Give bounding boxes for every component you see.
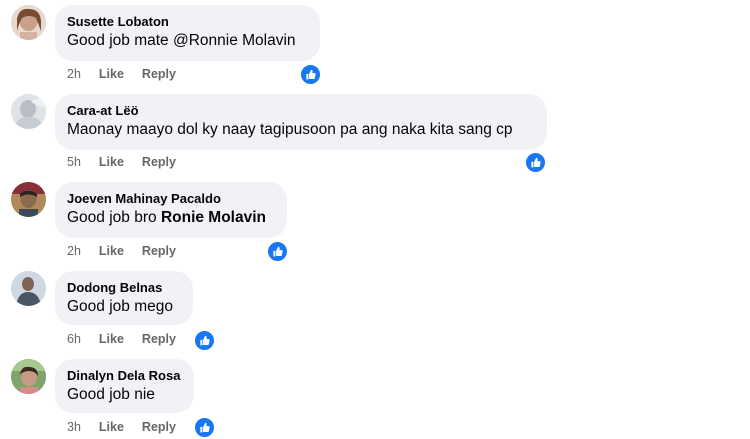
comment-author[interactable]: Cara-at Lëö (67, 102, 535, 119)
like-button[interactable]: Like (99, 332, 124, 346)
thumbs-up-icon (306, 69, 316, 80)
comment-author[interactable]: Susette Lobaton (67, 13, 308, 30)
like-button[interactable]: Like (99, 67, 124, 81)
comment-bubble: Susette Lobaton Good job mate @Ronnie Mo… (55, 5, 320, 61)
comment-author[interactable]: Dinalyn Dela Rosa (67, 367, 182, 384)
reaction-badge[interactable] (193, 416, 216, 439)
comment-timestamp[interactable]: 2h (67, 244, 81, 258)
reaction-badge[interactable] (193, 329, 216, 352)
comment-bubble: Joeven Mahinay Pacaldo Good job bro Roni… (55, 182, 287, 238)
reaction-badge[interactable] (299, 63, 322, 86)
comment-actions: 3h Like Reply (67, 420, 194, 434)
reply-button[interactable]: Reply (142, 155, 176, 169)
comment-text: Maonay maayo dol ky naay tagipusoon pa a… (67, 119, 535, 141)
comment-text-body: Good job mego (67, 298, 173, 315)
comment-text: Good job mate @Ronnie Molavin (67, 30, 308, 52)
comment-bubble: Dinalyn Dela Rosa Good job nie (55, 359, 194, 413)
comment-timestamp[interactable]: 5h (67, 155, 81, 169)
comment-text: Good job bro Ronie Molavin (67, 207, 275, 229)
mention-link[interactable]: @Ronnie Molavin (173, 32, 296, 49)
reply-button[interactable]: Reply (142, 67, 176, 81)
reply-button[interactable]: Reply (142, 332, 176, 346)
comment-bubble: Cara-at Lëö Maonay maayo dol ky naay tag… (55, 94, 547, 150)
comment-actions: 5h Like Reply (67, 155, 194, 169)
comment-timestamp[interactable]: 2h (67, 67, 81, 81)
comment-text-body: Good job bro (67, 209, 161, 226)
avatar[interactable] (11, 359, 46, 394)
comment-author[interactable]: Joeven Mahinay Pacaldo (67, 190, 275, 207)
comment-bubble: Dodong Belnas Good job mego (55, 271, 193, 325)
reply-button[interactable]: Reply (142, 420, 176, 434)
comment-actions: 6h Like Reply (67, 332, 194, 346)
avatar[interactable] (11, 94, 46, 129)
like-button[interactable]: Like (99, 244, 124, 258)
comment-timestamp[interactable]: 3h (67, 420, 81, 434)
thumbs-up-icon (531, 157, 541, 168)
comment-text: Good job mego (67, 296, 181, 318)
comment-timestamp[interactable]: 6h (67, 332, 81, 346)
comment-actions: 2h Like Reply (67, 244, 194, 258)
comment-text-body: Maonay maayo dol ky naay tagipusoon pa a… (67, 121, 513, 138)
mention-link[interactable]: Ronie Molavin (161, 209, 266, 226)
comment-text: Good job nie (67, 384, 182, 406)
avatar[interactable] (11, 182, 46, 217)
avatar[interactable] (11, 5, 46, 40)
like-button[interactable]: Like (99, 420, 124, 434)
comment-text-body: Good job mate (67, 32, 173, 49)
thumbs-up-icon (273, 246, 283, 257)
like-button[interactable]: Like (99, 155, 124, 169)
reply-button[interactable]: Reply (142, 244, 176, 258)
reaction-badge[interactable] (266, 240, 289, 263)
thumbs-up-icon (200, 422, 210, 433)
reaction-badge[interactable] (524, 151, 547, 174)
comment-actions: 2h Like Reply (67, 67, 194, 81)
comment-author[interactable]: Dodong Belnas (67, 279, 181, 296)
thumbs-up-icon (200, 335, 210, 346)
comment-text-body: Good job nie (67, 386, 155, 403)
avatar[interactable] (11, 271, 46, 306)
